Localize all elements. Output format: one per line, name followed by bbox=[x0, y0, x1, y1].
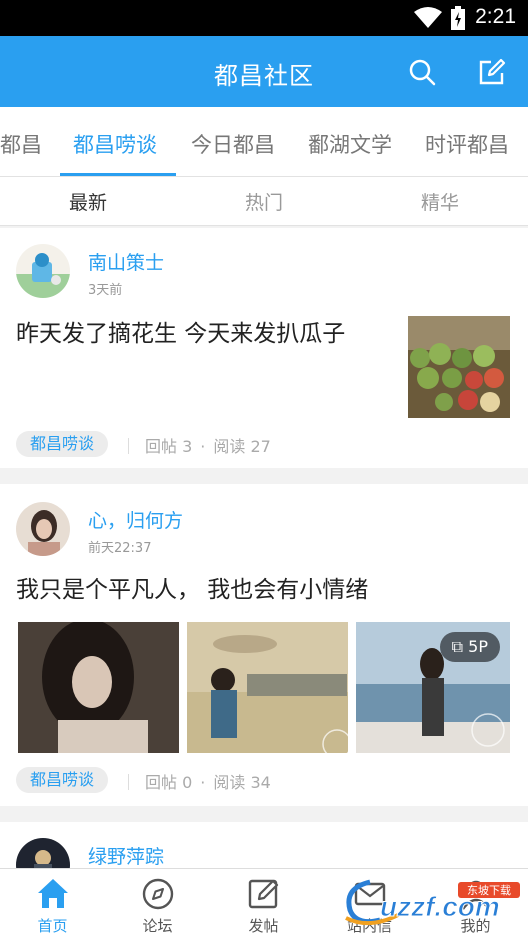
post-thumbnail[interactable] bbox=[408, 316, 510, 418]
edit-icon bbox=[248, 879, 279, 909]
author-name[interactable]: 南山策士 bbox=[88, 248, 164, 275]
avatar[interactable] bbox=[16, 838, 70, 868]
reply-count: 回帖 0 bbox=[145, 773, 193, 792]
svg-text:东坡下载: 东坡下载 bbox=[467, 884, 511, 897]
tab-dc[interactable]: 都昌 bbox=[0, 129, 42, 159]
post-card[interactable]: 南山策士 3天前 昨天发了摘花生 今天来发扒瓜子 都昌唠谈 回帖 3 · 阅读 27 bbox=[0, 228, 528, 468]
nav-new-post[interactable]: 发帖 bbox=[211, 869, 316, 940]
tab-commentary[interactable]: 时评都昌 bbox=[425, 129, 509, 159]
post-stats: 回帖 0 · 阅读 34 bbox=[128, 769, 271, 793]
watermark-logo: uzzf.com 东坡下载 bbox=[345, 879, 520, 926]
nav-label: 发帖 bbox=[248, 917, 279, 935]
nav-home[interactable]: 首页 bbox=[0, 869, 105, 940]
read-count: 阅读 34 bbox=[213, 773, 271, 792]
tab-latest[interactable]: 最新 bbox=[28, 188, 148, 215]
search-icon[interactable] bbox=[408, 58, 436, 86]
post-stats: 回帖 3 · 阅读 27 bbox=[128, 433, 271, 457]
app-header: 都昌社区 bbox=[0, 36, 528, 107]
tab-dc-talk[interactable]: 都昌唠谈 bbox=[73, 129, 157, 159]
tab-today-dc[interactable]: 今日都昌 bbox=[191, 129, 275, 159]
battery-icon bbox=[451, 6, 465, 30]
post-card[interactable]: 绿野萍踪 bbox=[0, 822, 528, 868]
avatar[interactable] bbox=[16, 244, 70, 298]
author-name[interactable]: 绿野萍踪 bbox=[88, 842, 164, 868]
home-icon bbox=[38, 879, 68, 908]
compass-icon bbox=[142, 878, 174, 910]
page-title: 都昌社区 bbox=[214, 62, 314, 90]
post-image[interactable]: ⧉ 5P bbox=[356, 622, 510, 753]
photo-count-badge: ⧉ 5P bbox=[439, 632, 500, 662]
avatar[interactable] bbox=[16, 502, 70, 556]
channel-tabs: 都昌 都昌唠谈 今日都昌 鄱湖文学 时评都昌 bbox=[0, 107, 528, 177]
post-image[interactable] bbox=[18, 622, 179, 753]
nav-label: 论坛 bbox=[142, 917, 173, 935]
post-card[interactable]: 心，归何方 前天22:37 我只是个平凡人， 我也会有小情绪 ⧉ 5P 都昌唠谈… bbox=[0, 484, 528, 806]
post-time: 前天22:37 bbox=[88, 541, 152, 556]
tab-poyang-literature[interactable]: 鄱湖文学 bbox=[308, 129, 392, 159]
post-image[interactable] bbox=[187, 622, 348, 753]
forum-tag[interactable]: 都昌唠谈 bbox=[16, 431, 109, 457]
wifi-icon bbox=[414, 7, 442, 28]
nav-forum[interactable]: 论坛 bbox=[105, 869, 210, 940]
post-time: 3天前 bbox=[88, 283, 123, 298]
compose-icon[interactable] bbox=[478, 58, 506, 86]
post-title[interactable]: 昨天发了摘花生 今天来发扒瓜子 bbox=[16, 318, 376, 350]
reply-count: 回帖 3 bbox=[145, 437, 193, 456]
author-name[interactable]: 心，归何方 bbox=[88, 506, 183, 533]
status-bar: 2:21 bbox=[0, 0, 528, 36]
tab-hot[interactable]: 热门 bbox=[204, 188, 324, 215]
forum-tag[interactable]: 都昌唠谈 bbox=[16, 767, 109, 793]
post-title[interactable]: 我只是个平凡人， 我也会有小情绪 bbox=[16, 574, 516, 606]
clock: 2:21 bbox=[475, 5, 516, 28]
nav-label: 首页 bbox=[37, 917, 68, 935]
tab-featured[interactable]: 精华 bbox=[380, 188, 500, 215]
gallery-icon: ⧉ bbox=[451, 637, 464, 656]
read-count: 阅读 27 bbox=[213, 437, 271, 456]
sub-tabs: 最新 热门 精华 bbox=[0, 177, 528, 226]
